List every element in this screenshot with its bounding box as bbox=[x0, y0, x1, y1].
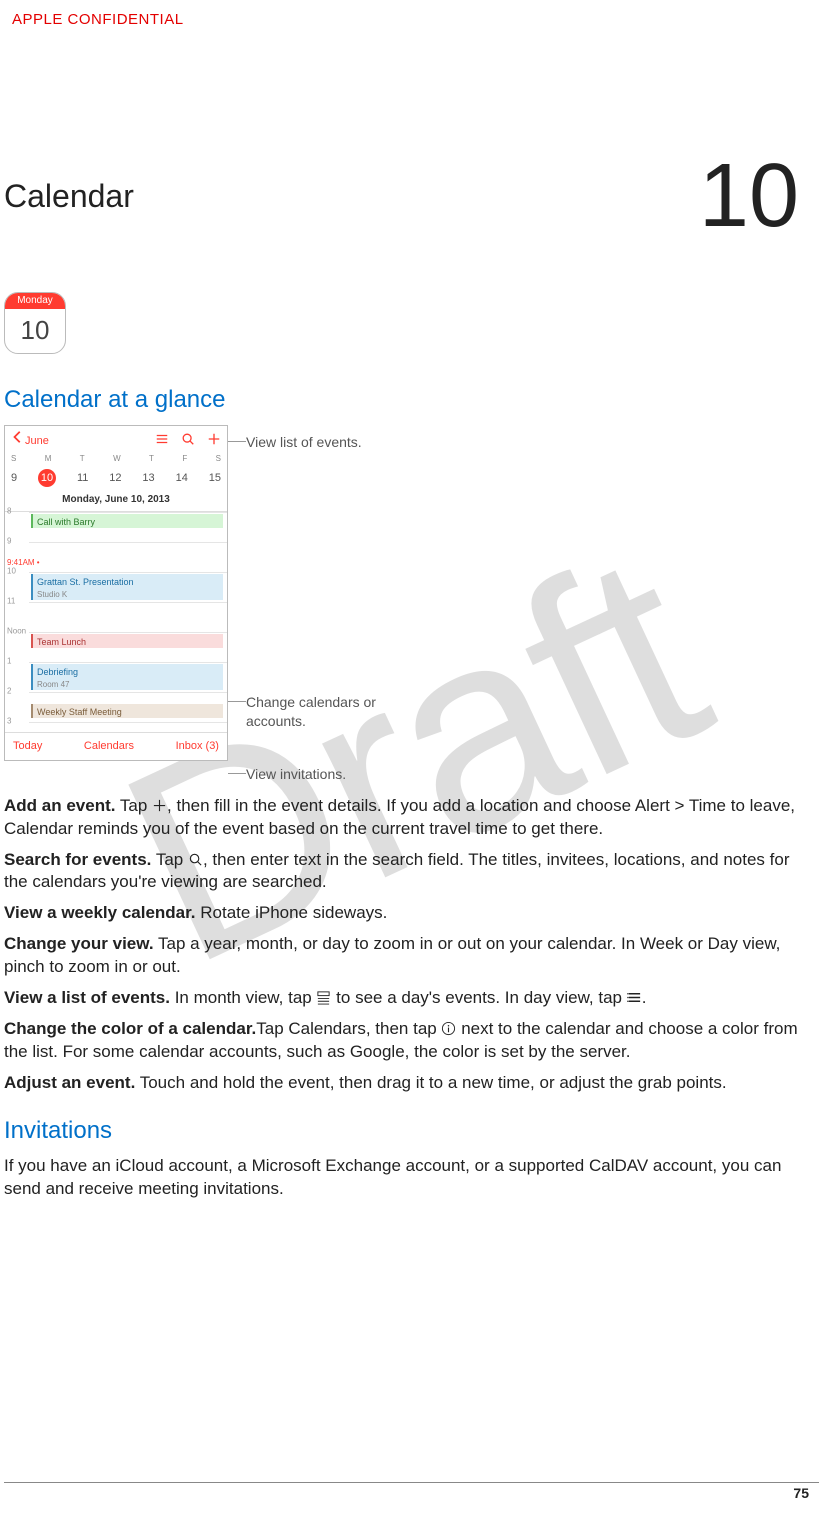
hour-label: Noon bbox=[7, 626, 26, 637]
event: Team Lunch bbox=[31, 634, 223, 648]
figure-calendar-screenshot: June S M T W T F S 9 10 11 bbox=[4, 425, 799, 785]
para-search: Search for events. Tap , then enter text… bbox=[4, 849, 799, 895]
chevron-left-icon bbox=[11, 430, 25, 444]
weeknum: 11 bbox=[77, 471, 88, 486]
weeknum: 13 bbox=[142, 471, 154, 486]
hour-label: 2 bbox=[7, 686, 11, 697]
back-button: June bbox=[11, 430, 49, 449]
hour-label: 9 bbox=[7, 536, 11, 547]
search-icon bbox=[181, 432, 195, 446]
inbox-button: Inbox (3) bbox=[176, 739, 219, 754]
para-add-event: Add an event. Tap , then fill in the eve… bbox=[4, 795, 799, 841]
weeknum: 9 bbox=[11, 471, 17, 486]
app-icon-day: 10 bbox=[5, 313, 65, 348]
weeknum-today: 10 bbox=[38, 469, 56, 487]
confidential-header: APPLE CONFIDENTIAL bbox=[12, 10, 799, 30]
weekday: M bbox=[45, 454, 52, 465]
weeknum: 15 bbox=[209, 471, 221, 486]
phone-mock: June S M T W T F S 9 10 11 bbox=[4, 425, 228, 761]
calendars-button: Calendars bbox=[84, 739, 134, 754]
event: Grattan St. Presentation Studio K bbox=[31, 574, 223, 600]
callout-calendars: Change calendars or accounts. bbox=[246, 693, 406, 731]
para-change-view: Change your view. Tap a year, month, or … bbox=[4, 933, 799, 979]
event: Debriefing Room 47 bbox=[31, 664, 223, 690]
callout-invitations: View invitations. bbox=[246, 765, 346, 784]
weeknum: 14 bbox=[176, 471, 188, 486]
para-invitations: If you have an iCloud account, a Microso… bbox=[4, 1155, 799, 1201]
event-sub: Studio K bbox=[37, 590, 67, 599]
event-sub: Room 47 bbox=[37, 680, 69, 689]
section-heading-glance: Calendar at a glance bbox=[4, 384, 799, 416]
app-icon-month: Monday bbox=[5, 293, 65, 309]
hour-label: 1 bbox=[7, 656, 11, 667]
para-adjust: Adjust an event. Touch and hold the even… bbox=[4, 1072, 799, 1095]
date-label: Monday, June 10, 2013 bbox=[5, 489, 227, 511]
para-list-events: View a list of events. In month view, ta… bbox=[4, 987, 799, 1010]
list-icon bbox=[155, 432, 169, 446]
hour-label: 3 bbox=[7, 716, 11, 727]
weekday: T bbox=[149, 454, 154, 465]
chapter-number: 10 bbox=[699, 160, 799, 232]
chapter-title: Calendar bbox=[4, 175, 134, 218]
back-label: June bbox=[25, 435, 49, 447]
list-icon bbox=[627, 990, 642, 1005]
schedule: 8 9 9:41AM • 10 11 Noon 1 2 3 Call with … bbox=[5, 511, 227, 732]
weekday: S bbox=[11, 454, 16, 465]
calendar-app-icon: Monday 10 bbox=[4, 292, 66, 354]
section-heading-invitations: Invitations bbox=[4, 1115, 799, 1147]
para-color: Change the color of a calendar.Tap Calen… bbox=[4, 1018, 799, 1064]
weekday: T bbox=[80, 454, 85, 465]
event-title: Debriefing bbox=[37, 667, 78, 677]
weeknum: 12 bbox=[109, 471, 121, 486]
event: Call with Barry bbox=[31, 514, 223, 528]
callout-list: View list of events. bbox=[246, 433, 362, 452]
search-icon bbox=[188, 852, 203, 867]
hour-label: 11 bbox=[7, 596, 15, 607]
day-list-icon bbox=[316, 990, 331, 1005]
page-number: 75 bbox=[793, 1484, 809, 1503]
hour-label: 10 bbox=[7, 566, 16, 577]
weekday: F bbox=[182, 454, 187, 465]
weekday: W bbox=[113, 454, 121, 465]
event: Weekly Staff Meeting bbox=[31, 704, 223, 718]
weekday: S bbox=[216, 454, 221, 465]
page-rule bbox=[4, 1482, 819, 1483]
info-icon bbox=[441, 1021, 456, 1036]
plus-icon bbox=[152, 798, 167, 813]
today-button: Today bbox=[13, 739, 42, 754]
event-title: Grattan St. Presentation bbox=[37, 577, 134, 587]
hour-label: 8 bbox=[7, 506, 11, 517]
plus-icon bbox=[207, 432, 221, 446]
para-weekly: View a weekly calendar. Rotate iPhone si… bbox=[4, 902, 799, 925]
